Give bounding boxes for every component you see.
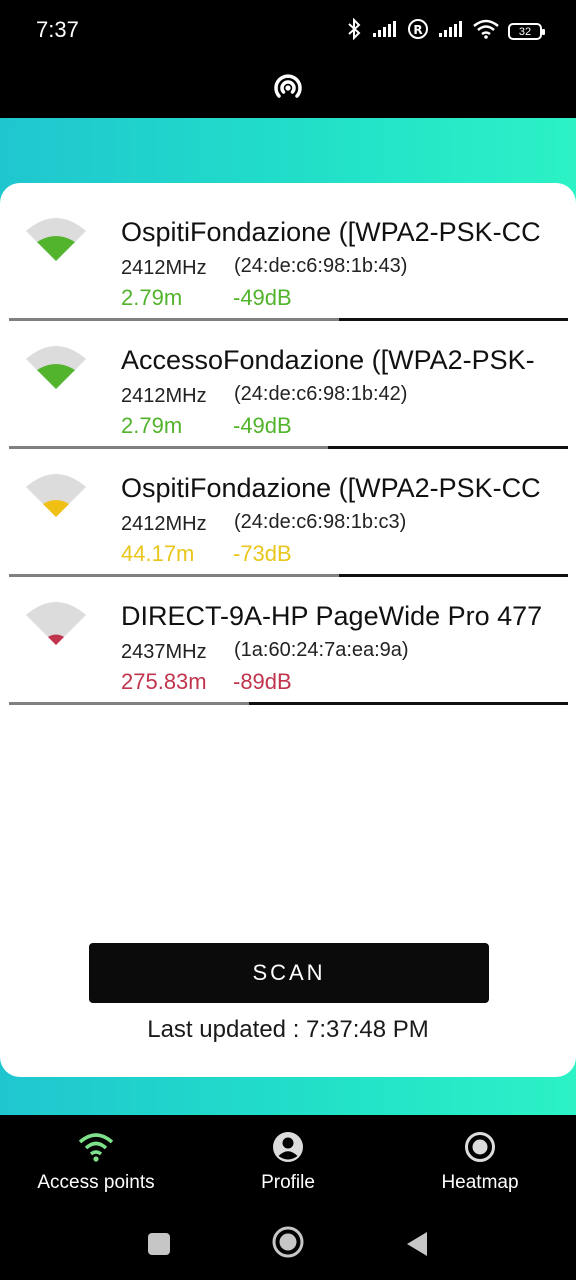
wifi-icon	[78, 1130, 114, 1164]
access-point-item[interactable]: OspitiFondazione ([WPA2-PSK-CC 2412MHz (24…	[0, 183, 576, 321]
bssid-label: (24:de:c6:98:1b:42)	[234, 383, 408, 405]
broadcast-icon	[268, 68, 308, 113]
bssid-label: (24:de:c6:98:1b:43)	[234, 255, 408, 277]
nav-label: Access points	[37, 1172, 155, 1193]
bottom-navigation: Access points Profile Heatmap	[0, 1115, 576, 1215]
ssid-label: OspitiFondazione ([WPA2-PSK-CC	[121, 473, 541, 503]
nav-heatmap[interactable]: Heatmap	[384, 1115, 576, 1215]
bluetooth-icon	[345, 17, 363, 45]
distance-label: 2.79m	[121, 413, 183, 438]
signal-db-label: -73dB	[233, 541, 292, 566]
signal-db-label: -89dB	[233, 669, 292, 694]
nav-label: Heatmap	[441, 1172, 519, 1193]
recent-apps-icon[interactable]	[147, 1232, 171, 1261]
status-time: 7:37	[36, 17, 79, 42]
bssid-label: (1a:60:24:7a:ea:9a)	[234, 639, 409, 661]
frequency-label: 2412MHz	[121, 385, 207, 407]
frequency-label: 2412MHz	[121, 513, 207, 535]
back-icon[interactable]	[405, 1230, 429, 1263]
signal-db-label: -49dB	[233, 413, 292, 438]
signal-icon	[372, 20, 398, 43]
account-circle-icon	[272, 1130, 304, 1164]
nav-access-points[interactable]: Access points	[0, 1115, 192, 1215]
status-icons: R 32	[345, 17, 545, 45]
svg-text:R: R	[413, 23, 422, 37]
signal-strength-icon	[24, 467, 88, 524]
scan-button[interactable]: SCAN	[89, 943, 489, 1003]
distance-label: 2.79m	[121, 285, 183, 310]
access-point-item[interactable]: AccessoFondazione ([WPA2-PSK- 2412MHz (24:…	[0, 311, 576, 449]
distance-label: 44.17m	[121, 541, 195, 566]
access-point-item[interactable]: OspitiFondazione ([WPA2-PSK-CC 2412MHz (24…	[0, 439, 576, 577]
signal-db-label: -49dB	[233, 285, 292, 310]
battery-icon: 32	[508, 23, 545, 40]
ssid-label: OspitiFondazione ([WPA2-PSK-CC	[121, 217, 541, 247]
access-point-card: OspitiFondazione ([WPA2-PSK-CC 2412MHz (24…	[0, 183, 576, 1077]
distance-label: 275.83m	[121, 669, 207, 694]
signal-strength-icon	[24, 339, 88, 396]
nav-label: Profile	[261, 1172, 315, 1193]
home-icon[interactable]	[272, 1226, 304, 1263]
signal-icon	[438, 20, 464, 43]
signal-strength-icon	[24, 595, 88, 652]
radio-button-icon	[464, 1130, 496, 1164]
status-bar: 7:37 R 32	[0, 0, 576, 62]
ssid-label: AccessoFondazione ([WPA2-PSK-	[121, 345, 535, 375]
signal-strength-icon	[24, 211, 88, 268]
bssid-label: (24:de:c6:98:1b:c3)	[234, 511, 407, 533]
app-bar	[0, 62, 576, 118]
system-navigation-bar	[0, 1215, 576, 1280]
last-updated-label: Last updated : 7:37:48 PM	[147, 1016, 429, 1043]
signal-level-fill	[9, 702, 250, 705]
ssid-label: DIRECT-9A-HP PageWide Pro 477	[121, 601, 543, 631]
frequency-label: 2412MHz	[121, 257, 207, 279]
frequency-label: 2437MHz	[121, 641, 207, 663]
nav-profile[interactable]: Profile	[192, 1115, 384, 1215]
wifi-icon	[473, 19, 499, 44]
roaming-icon: R	[407, 18, 429, 45]
access-point-item[interactable]: DIRECT-9A-HP PageWide Pro 477 2437MHz (1a:…	[0, 567, 576, 705]
signal-level-bar	[9, 702, 568, 705]
